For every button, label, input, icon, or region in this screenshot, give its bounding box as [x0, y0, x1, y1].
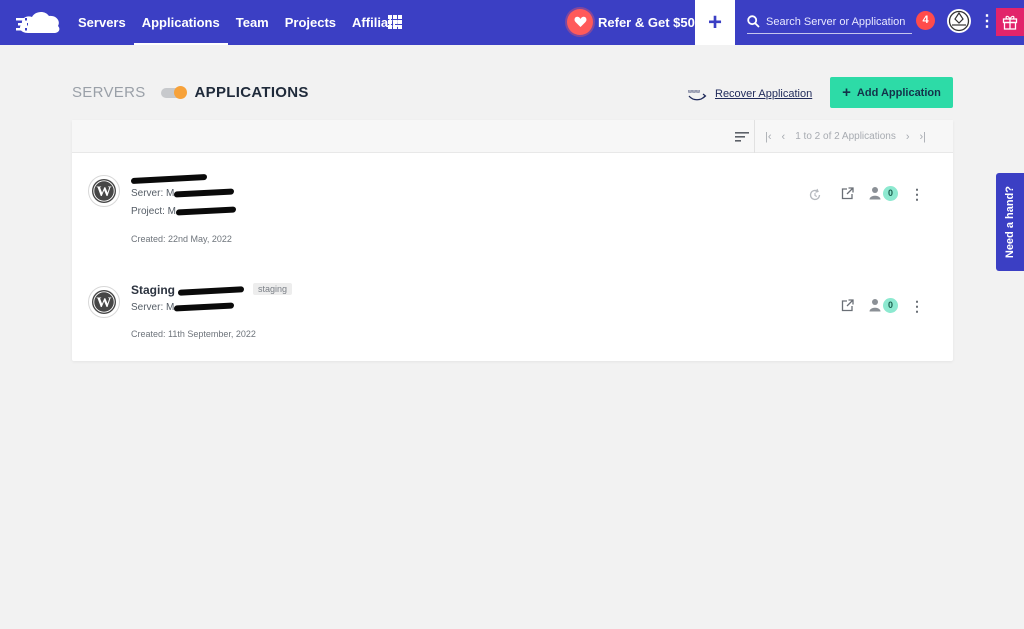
search-input[interactable]: [766, 15, 911, 28]
servers-apps-switch[interactable]: [160, 85, 187, 99]
server-label: Server:: [131, 302, 164, 313]
recover-application-link[interactable]: Recover Application: [715, 88, 812, 100]
redacted-text: [176, 206, 237, 216]
list-item[interactable]: W Server: M Project: M Created: 22nd May…: [72, 153, 953, 253]
plus-icon: +: [707, 8, 722, 36]
app-users[interactable]: 0: [869, 297, 898, 313]
user-icon: [869, 187, 881, 200]
cloudways-logo[interactable]: [14, 9, 64, 35]
add-application-button[interactable]: + Add Application: [830, 77, 953, 108]
redacted-text: [178, 286, 245, 296]
app-server: Server: M: [131, 302, 235, 313]
nav-projects[interactable]: Projects: [277, 0, 344, 45]
nav-applications[interactable]: Applications: [133, 0, 228, 45]
app-name-prefix: Staging: [131, 283, 175, 297]
toggle-applications-label[interactable]: APPLICATIONS: [195, 84, 309, 101]
first-page-icon[interactable]: |‹: [765, 131, 772, 143]
apps-grid-icon[interactable]: [388, 15, 402, 29]
app-users[interactable]: 0: [869, 185, 898, 201]
project-label: Project:: [131, 206, 165, 217]
open-external-icon[interactable]: [839, 185, 855, 201]
staging-tag: staging: [253, 283, 293, 295]
gift-button[interactable]: [996, 8, 1024, 36]
row-menu-icon[interactable]: ⋮: [910, 298, 924, 314]
add-application-label: Add Application: [856, 86, 941, 99]
app-created-date: Created: 11th September, 2022: [131, 329, 256, 339]
top-navbar: Servers Applications Team Projects Affil…: [0, 0, 1024, 45]
nav-servers[interactable]: Servers: [70, 0, 134, 45]
main-nav: Servers Applications Team Projects Affil…: [70, 0, 408, 45]
avatar-icon: [948, 10, 970, 32]
list-toolbar: |‹ ‹ 1 to 2 of 2 Applications › ›|: [72, 120, 953, 153]
search-icon: [747, 15, 760, 28]
sort-icon[interactable]: [735, 131, 749, 143]
user-count-badge: 0: [883, 297, 898, 313]
more-options-icon[interactable]: ⋮: [979, 13, 995, 31]
redacted-text: [174, 188, 235, 198]
toggle-servers-label[interactable]: SERVERS: [72, 84, 146, 101]
redacted-text: [131, 173, 207, 184]
list-item[interactable]: W Staging staging Server: M Created: 11t…: [72, 260, 953, 355]
open-external-icon[interactable]: [839, 297, 855, 313]
account-avatar[interactable]: [947, 9, 971, 33]
wordpress-icon: W: [88, 175, 120, 207]
wordpress-icon: W: [88, 286, 120, 318]
refer-label: Refer & Get $50: [598, 14, 695, 30]
gift-icon: [1002, 15, 1018, 30]
app-name[interactable]: Staging: [131, 283, 245, 297]
last-page-icon[interactable]: ›|: [920, 131, 927, 143]
app-server: Server: M: [131, 188, 235, 199]
app-project: Project: M: [131, 206, 237, 217]
heart-icon: [567, 9, 593, 35]
need-a-hand-tab[interactable]: Need a hand?: [996, 173, 1024, 271]
search-box: [747, 10, 912, 34]
prev-page-icon[interactable]: ‹: [782, 131, 786, 143]
nav-team[interactable]: Team: [228, 0, 277, 45]
plus-icon: +: [842, 84, 851, 101]
need-a-hand-label: Need a hand?: [1004, 185, 1016, 259]
next-page-icon[interactable]: ›: [906, 131, 910, 143]
pagination: |‹ ‹ 1 to 2 of 2 Applications › ›|: [760, 120, 931, 153]
view-toggle: SERVERS APPLICATIONS: [72, 84, 309, 101]
svg-text:W: W: [97, 295, 112, 311]
user-count-badge: 0: [883, 185, 898, 201]
pagination-summary: 1 to 2 of 2 Applications: [795, 131, 896, 142]
app-created-date: Created: 22nd May, 2022: [131, 234, 232, 244]
svg-text:W: W: [97, 184, 112, 200]
user-icon: [869, 299, 881, 312]
quick-add-button[interactable]: +: [695, 0, 735, 45]
row-menu-icon[interactable]: ⋮: [910, 186, 924, 202]
redacted-text: [174, 302, 235, 312]
applications-list: |‹ ‹ 1 to 2 of 2 Applications › ›| W Ser…: [72, 120, 953, 361]
recover-application[interactable]: www Recover Application: [687, 86, 812, 102]
restore-icon[interactable]: [807, 187, 823, 203]
svg-text:www: www: [687, 89, 700, 95]
server-label: Server:: [131, 188, 164, 199]
toolbar-divider: [754, 120, 755, 153]
refer-button[interactable]: Refer & Get $50: [567, 9, 695, 35]
www-icon: www: [687, 89, 707, 101]
notification-badge[interactable]: 4: [916, 11, 935, 30]
app-name[interactable]: [131, 171, 207, 185]
